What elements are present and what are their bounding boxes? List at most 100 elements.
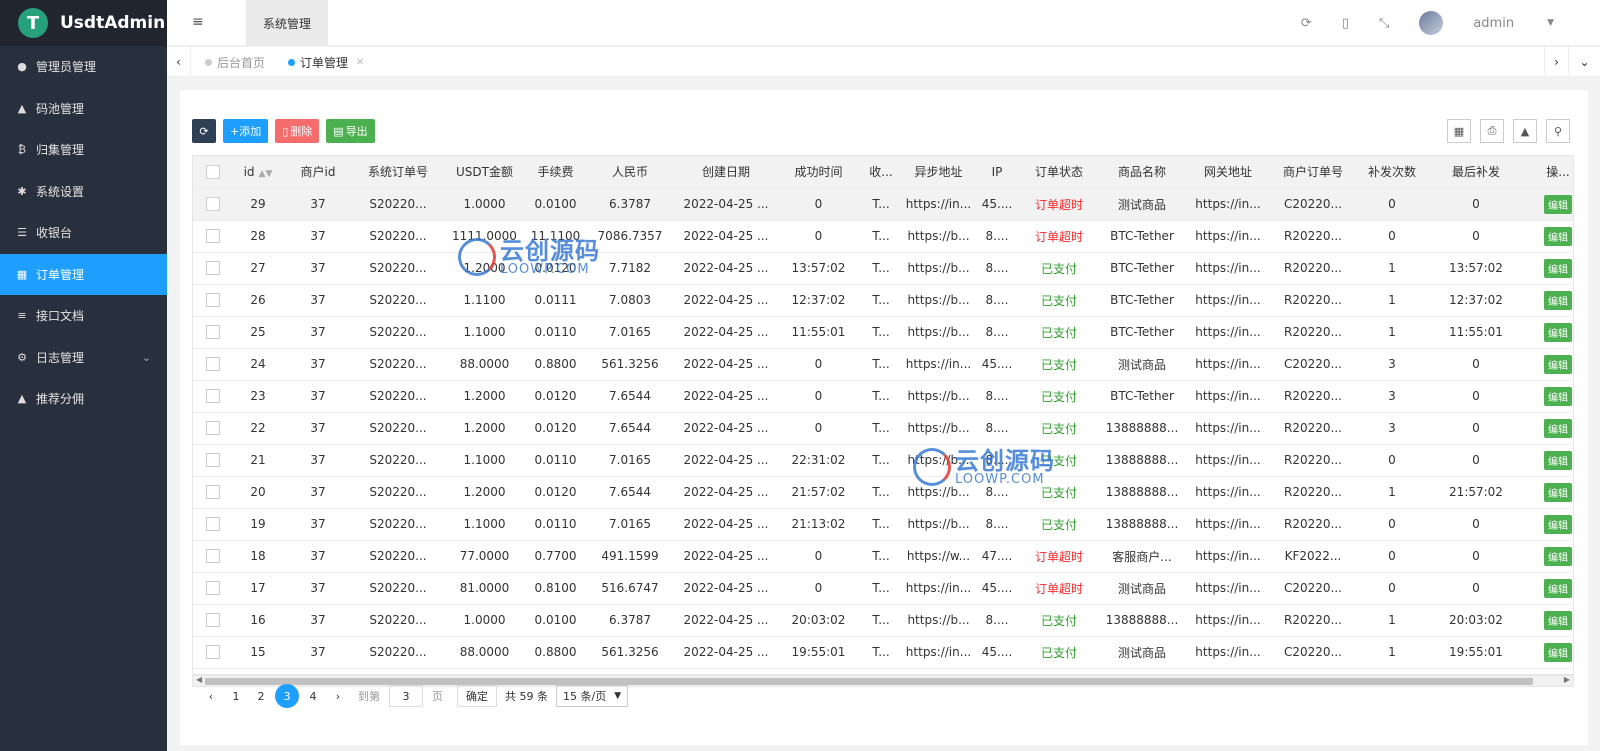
columns-icon[interactable]: ▦ <box>1447 119 1471 143</box>
row-checkbox[interactable] <box>193 444 233 477</box>
table-row[interactable]: 24 37 S20220... 88.0000 0.8800 561.3256 2022-0… <box>193 348 1573 381</box>
sidebar-item-referral[interactable]: ▲ 推荐分佣 <box>0 378 167 420</box>
table-cell: 1 <box>1355 252 1429 285</box>
scroll-left-icon[interactable]: ◀ <box>196 675 202 684</box>
table-row[interactable]: 27 37 S20220... 1.2000 0.0120 7.7182 2022-04-2… <box>193 252 1573 285</box>
table-row[interactable]: 25 37 S20220... 1.1000 0.0110 7.0165 2022-04-2… <box>193 316 1573 349</box>
page-1[interactable]: 1 <box>225 685 247 707</box>
chevron-down-icon[interactable]: ⌄ <box>1568 47 1600 77</box>
row-checkbox[interactable] <box>193 604 233 637</box>
table-cell: 37 <box>283 604 353 637</box>
edit-button[interactable]: 编辑 <box>1544 546 1572 566</box>
table-cell: T... <box>860 636 902 669</box>
sidebar-item-orders[interactable]: ▦ 订单管理 <box>0 253 167 295</box>
sort-icon[interactable]: ▲▼ <box>259 169 273 179</box>
sidebar-item-logs[interactable]: ⚙ 日志管理 ⌄ <box>0 337 167 379</box>
app-logo[interactable]: T UsdtAdmin <box>0 0 167 46</box>
top-tab-system[interactable]: 系统管理 <box>246 0 328 46</box>
table-row[interactable]: 28 37 S20220... 1111.0000 11.1100 7086.7357 20… <box>193 220 1573 253</box>
search-icon[interactable]: ⚲ <box>1546 119 1570 143</box>
col-last-resend: 最后补发 <box>1429 156 1523 189</box>
table-row[interactable]: 20 37 S20220... 1.2000 0.0120 7.6544 2022-04-2… <box>193 476 1573 509</box>
table-row[interactable]: 16 37 S20220... 1.0000 0.0100 6.3787 2022-04-2… <box>193 604 1573 637</box>
user-menu[interactable]: admin ▼ <box>1419 11 1584 35</box>
page-4[interactable]: 4 <box>302 685 324 707</box>
table-cell: 19:55:01 <box>777 636 860 669</box>
export-button[interactable]: ▤ 导出 <box>326 119 375 143</box>
chevron-right-icon[interactable]: › <box>1544 47 1568 77</box>
table-row[interactable]: 19 37 S20220... 1.1000 0.0110 7.0165 2022-04-2… <box>193 508 1573 541</box>
table-row[interactable]: 23 37 S20220... 1.2000 0.0120 7.6544 2022-04-2… <box>193 380 1573 413</box>
fullscreen-icon[interactable]: ⤡ <box>1379 16 1389 31</box>
edit-button[interactable]: 编辑 <box>1544 322 1572 342</box>
row-checkbox[interactable] <box>193 188 233 221</box>
table-row[interactable]: 29 37 S20220... 1.0000 0.0100 6.3787 2022-04-2… <box>193 188 1573 221</box>
select-all-checkbox[interactable] <box>193 156 233 189</box>
page-3-current[interactable]: 3 <box>275 684 299 708</box>
menu-toggle-icon[interactable]: ≡ <box>192 14 204 30</box>
row-checkbox[interactable] <box>193 636 233 669</box>
table-row[interactable]: 26 37 S20220... 1.1100 0.0111 7.0803 2022-04-2… <box>193 284 1573 317</box>
table-cell: https://in... <box>1185 380 1271 413</box>
table-row[interactable]: 18 37 S20220... 77.0000 0.7700 491.1599 2022-0… <box>193 540 1573 573</box>
sidebar-item-settings[interactable]: ✱ 系统设置 <box>0 171 167 213</box>
edit-button[interactable]: 编辑 <box>1544 578 1572 598</box>
row-checkbox[interactable] <box>193 508 233 541</box>
table-row[interactable]: 21 37 S20220... 1.1000 0.0110 7.0165 2022-04-2… <box>193 444 1573 477</box>
table-cell: 0 <box>1429 508 1523 541</box>
row-checkbox[interactable] <box>193 348 233 381</box>
sidebar-item-api-docs[interactable]: ≡ 接口文档 <box>0 295 167 337</box>
table-row[interactable]: 15 37 S20220... 88.0000 0.8800 561.3256 2022-0… <box>193 636 1573 669</box>
sidebar-item-cashier[interactable]: ☰ 收银台 <box>0 212 167 254</box>
close-icon[interactable]: ✕ <box>356 57 364 68</box>
table-cell: https://b... <box>902 284 975 317</box>
prev-page-icon[interactable]: ‹ <box>200 685 222 707</box>
sidebar-item-admin[interactable]: ● 管理员管理 <box>0 46 167 88</box>
tab-orders[interactable]: 订单管理 ✕ <box>288 47 364 77</box>
refresh-icon[interactable]: ⟳ <box>1301 16 1312 31</box>
scroll-right-icon[interactable]: ▶ <box>1564 675 1570 684</box>
table-row[interactable]: 17 37 S20220... 81.0000 0.8100 516.6747 2022-0… <box>193 572 1573 605</box>
row-checkbox[interactable] <box>193 476 233 509</box>
edit-button[interactable]: 编辑 <box>1544 642 1572 662</box>
page-size-select[interactable]: 15 条/页 ▼ <box>556 685 629 707</box>
row-checkbox[interactable] <box>193 380 233 413</box>
table-cell: BTC-Tether <box>1099 284 1185 317</box>
export-icon[interactable]: ▲ <box>1513 119 1537 143</box>
edit-button[interactable]: 编辑 <box>1544 258 1572 278</box>
edit-button[interactable]: 编辑 <box>1544 514 1572 534</box>
row-checkbox[interactable] <box>193 316 233 349</box>
edit-button[interactable]: 编辑 <box>1544 226 1572 246</box>
row-checkbox[interactable] <box>193 284 233 317</box>
edit-button[interactable]: 编辑 <box>1544 418 1572 438</box>
edit-button[interactable]: 编辑 <box>1544 610 1572 630</box>
row-checkbox[interactable] <box>193 412 233 445</box>
chevron-left-icon[interactable]: ‹ <box>167 47 191 77</box>
sidebar-item-collection[interactable]: ₿ 归集管理 <box>0 129 167 171</box>
edit-button[interactable]: 编辑 <box>1544 290 1572 310</box>
edit-button[interactable]: 编辑 <box>1544 450 1572 470</box>
row-checkbox[interactable] <box>193 252 233 285</box>
table-row[interactable]: 22 37 S20220... 1.2000 0.0120 7.6544 2022-04-2… <box>193 412 1573 445</box>
edit-button[interactable]: 编辑 <box>1544 354 1572 374</box>
next-page-icon[interactable]: › <box>327 685 349 707</box>
delete-button[interactable]: ▯ 删除 <box>275 119 320 143</box>
page-2[interactable]: 2 <box>250 685 272 707</box>
refresh-button[interactable]: ⟳ <box>192 119 216 143</box>
confirm-button[interactable]: 确定 <box>457 685 497 707</box>
add-button[interactable]: + 添加 <box>223 119 269 143</box>
sidebar-item-code-pool[interactable]: ▲ 码池管理 <box>0 88 167 130</box>
col-id[interactable]: id ▲▼ <box>233 156 283 189</box>
row-checkbox[interactable] <box>193 220 233 253</box>
trash-icon[interactable]: ▯ <box>1342 16 1349 31</box>
tab-home[interactable]: 后台首页 <box>205 47 265 77</box>
edit-button[interactable]: 编辑 <box>1544 482 1572 502</box>
scrollbar-thumb[interactable] <box>205 678 1533 685</box>
page-input[interactable]: 3 <box>389 685 423 707</box>
print-icon[interactable]: ⎙ <box>1480 119 1504 143</box>
table-cell: 7.6544 <box>585 476 675 509</box>
row-checkbox[interactable] <box>193 540 233 573</box>
edit-button[interactable]: 编辑 <box>1544 386 1572 406</box>
edit-button[interactable]: 编辑 <box>1544 194 1572 214</box>
row-checkbox[interactable] <box>193 572 233 605</box>
